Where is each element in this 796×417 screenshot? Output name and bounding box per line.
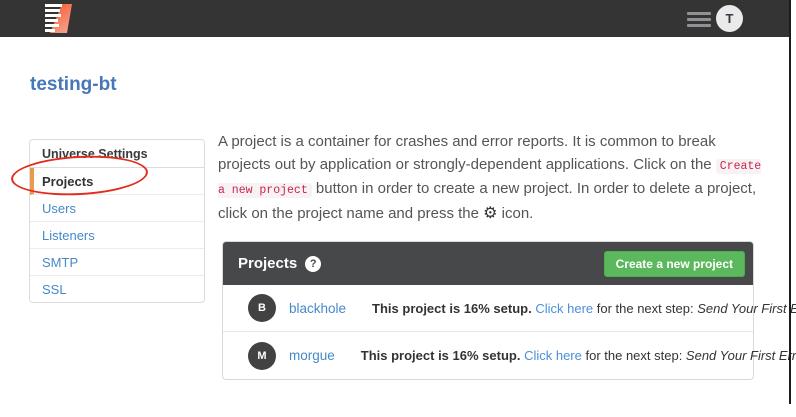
project-name-link[interactable]: blackhole	[289, 301, 346, 316]
projects-panel-header: Projects ? Create a new project	[223, 242, 753, 285]
project-avatar: B	[248, 294, 276, 322]
sidebar-header: Universe Settings	[30, 140, 204, 168]
project-row: B blackhole This project is 16% setup. C…	[223, 285, 753, 332]
sidebar-item-listeners[interactable]: Listeners	[30, 222, 204, 249]
status-italic-text: Send Your First Error.	[686, 348, 796, 363]
sidebar-item-projects[interactable]: Projects	[30, 168, 204, 195]
click-here-link[interactable]: Click here	[535, 301, 593, 316]
menu-bar	[687, 12, 711, 15]
status-bold-text: This project is 16% setup.	[361, 348, 521, 363]
menu-bar	[687, 24, 711, 27]
create-project-button[interactable]: Create a new project	[604, 251, 745, 277]
screenshot-edge-line	[789, 0, 791, 404]
intro-paragraph: A project is a container for crashes and…	[218, 131, 770, 225]
sidebar-item-smtp[interactable]: SMTP	[30, 249, 204, 276]
project-name-link[interactable]: morgue	[289, 348, 335, 363]
status-bold-text: This project is 16% setup.	[372, 301, 532, 316]
status-mid-text: for the next step:	[582, 348, 686, 363]
top-navbar: T	[0, 0, 790, 37]
intro-text: icon.	[498, 205, 534, 222]
app-window: T testing-bt Universe Settings Projects …	[0, 0, 796, 417]
status-italic-text: Send Your First Error.	[697, 301, 796, 316]
panel-title: Projects	[238, 255, 297, 272]
intro-text: A project is a container for crashes and…	[218, 133, 716, 173]
project-status: This project is 16% setup. Click here fo…	[372, 301, 796, 316]
project-status: This project is 16% setup. Click here fo…	[361, 348, 796, 363]
settings-sidebar: Universe Settings Projects Users Listene…	[29, 139, 205, 303]
help-icon[interactable]: ?	[305, 256, 321, 272]
menu-icon[interactable]	[687, 12, 711, 27]
sidebar-item-users[interactable]: Users	[30, 195, 204, 222]
project-avatar: M	[248, 342, 276, 370]
app-logo-icon[interactable]	[43, 3, 75, 34]
status-mid-text: for the next step:	[593, 301, 697, 316]
page-title: testing-bt	[30, 74, 117, 96]
projects-panel: Projects ? Create a new project B blackh…	[222, 241, 754, 380]
menu-bar	[687, 18, 711, 21]
user-avatar[interactable]: T	[716, 5, 743, 32]
gear-icon: ⚙	[483, 205, 497, 222]
project-row: M morgue This project is 16% setup. Clic…	[223, 332, 753, 379]
sidebar-item-ssl[interactable]: SSL	[30, 276, 204, 302]
click-here-link[interactable]: Click here	[524, 348, 582, 363]
